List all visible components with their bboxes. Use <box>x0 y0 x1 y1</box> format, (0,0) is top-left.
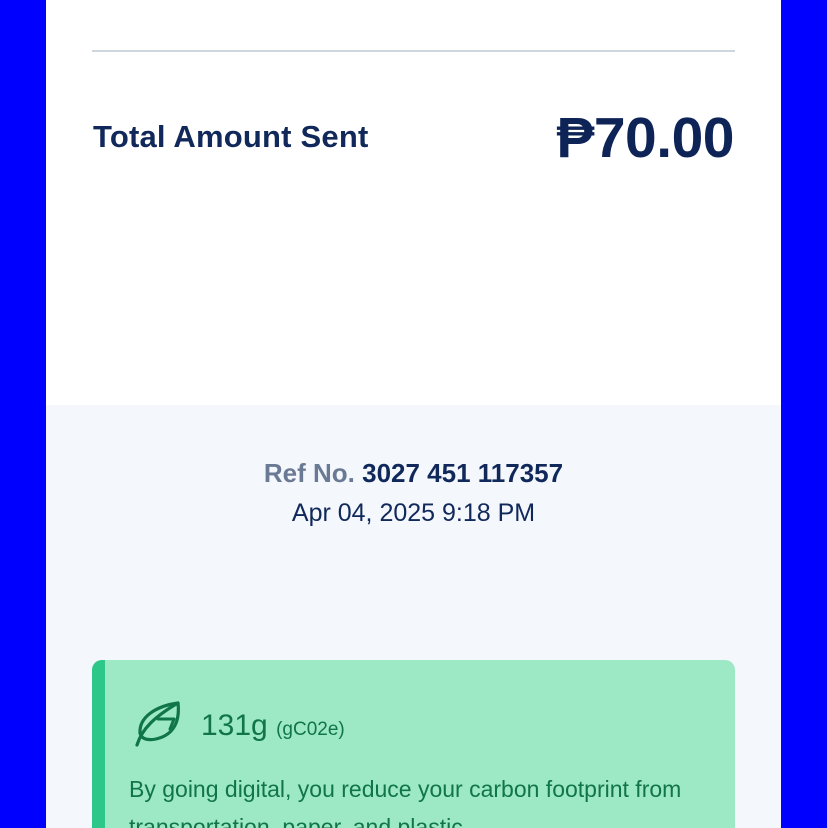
total-amount-label: Total Amount Sent <box>93 119 369 154</box>
receipt-summary-panel: Total Amount Sent ₱70.00 <box>46 0 781 405</box>
carbon-saved-amount: 131g (gC02e) <box>201 706 345 750</box>
divider <box>92 50 735 52</box>
card-accent-bar <box>92 660 105 828</box>
receipt-screen: Total Amount Sent ₱70.00 Ref No. 3027 45… <box>46 0 781 828</box>
transaction-datetime: Apr 04, 2025 9:18 PM <box>291 499 536 527</box>
total-amount-value: ₱70.00 <box>556 106 734 170</box>
carbon-saved-value: 131g <box>201 709 268 742</box>
reference-number-line: Ref No. 3027 451 117357 <box>46 456 781 490</box>
reference-label: Ref No. <box>263 458 355 488</box>
carbon-footprint-message: By going digital, you reduce your carbon… <box>129 776 682 828</box>
reference-number: 3027 451 117357 <box>362 458 564 488</box>
leaf-icon <box>135 701 180 747</box>
carbon-saved-unit: (gC02e) <box>276 719 345 740</box>
carbon-footprint-card: 131g (gC02e) By going digital, you reduc… <box>92 660 735 828</box>
